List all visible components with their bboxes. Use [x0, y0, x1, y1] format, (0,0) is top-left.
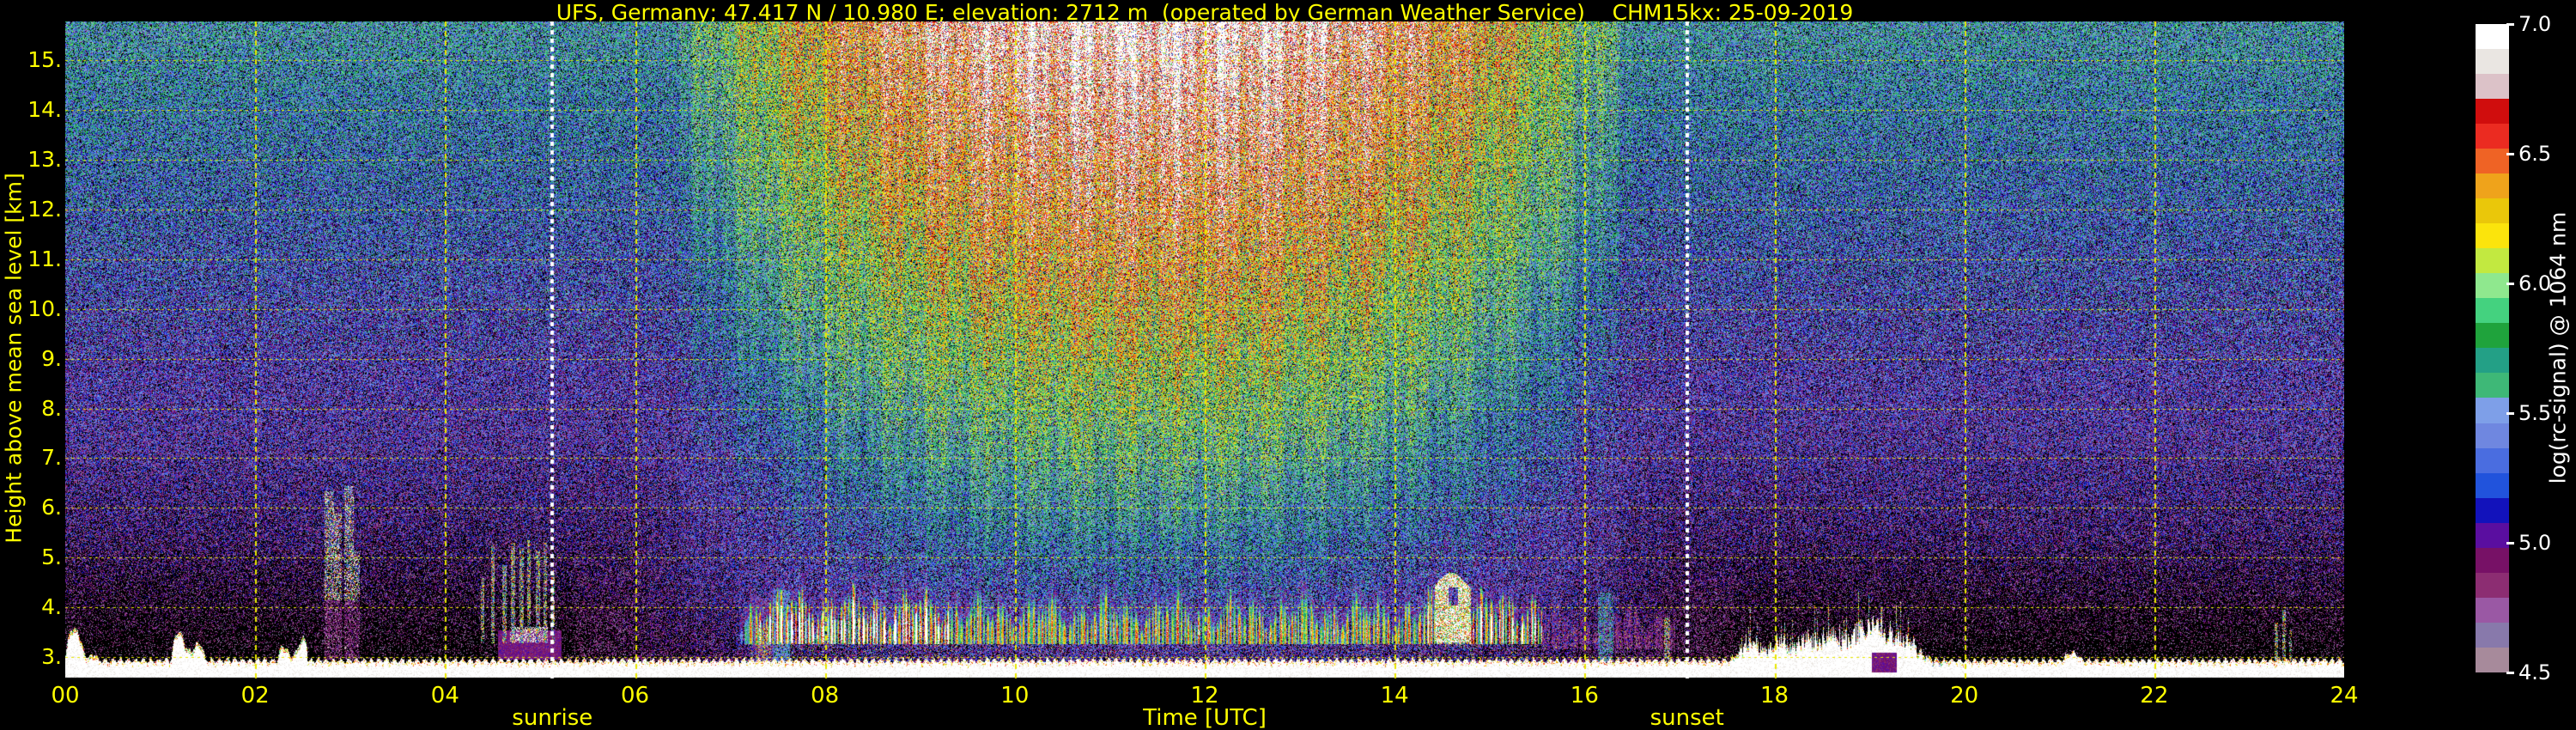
y-tick-label: 11. [27, 246, 62, 271]
x-tick-label: 04 [430, 683, 459, 709]
x-tick-label: 16 [1570, 683, 1599, 709]
y-tick-label: 6. [41, 495, 62, 520]
colorbar-segment [2476, 273, 2509, 299]
y-tick-label: 10. [27, 295, 62, 321]
colorbar-tick-mark [2506, 153, 2514, 155]
y-tick-label: 12. [27, 196, 62, 222]
colorbar-segment [2476, 99, 2509, 125]
colorbar-segment [2476, 547, 2509, 573]
colorbar-segment [2476, 74, 2509, 100]
x-tick-label: 00 [51, 683, 80, 709]
colorbar-segment [2476, 398, 2509, 423]
colorbar-segment [2476, 348, 2509, 374]
x-tick-label: 06 [620, 683, 650, 709]
colorbar-segment [2476, 597, 2509, 623]
colorbar-tick-mark [2506, 412, 2514, 415]
colorbar-segment [2476, 323, 2509, 349]
colorbar-tick-label: 4.5 [2518, 660, 2552, 684]
sunset-annotation: sunset [1649, 705, 1724, 730]
colorbar-segment [2476, 622, 2509, 648]
colorbar-tick-mark [2506, 672, 2514, 674]
y-tick-label: 14. [27, 97, 62, 123]
x-tick-label: 18 [1759, 683, 1789, 709]
colorbar-segment [2476, 248, 2509, 274]
x-tick-label: 12 [1190, 683, 1219, 709]
x-tick-label: 14 [1380, 683, 1409, 709]
colorbar-segment [2476, 149, 2509, 174]
colorbar-segment [2476, 173, 2509, 199]
x-tick-label: 08 [811, 683, 840, 709]
colorbar-segment [2476, 24, 2509, 50]
colorbar-tick-label: 5.5 [2518, 401, 2552, 425]
colorbar-segment [2476, 647, 2509, 672]
y-tick-label: 7. [41, 445, 62, 471]
colorbar-segment [2476, 223, 2509, 249]
colorbar-tick-label: 6.5 [2518, 142, 2552, 166]
colorbar-tick-label: 6.0 [2518, 271, 2552, 295]
x-tick-label: 24 [2330, 683, 2359, 709]
x-tick-label: 10 [1000, 683, 1030, 709]
y-tick-label: 8. [41, 395, 62, 421]
colorbar-segment [2476, 373, 2509, 398]
x-tick-label: 22 [2140, 683, 2169, 709]
colorbar-segment [2476, 49, 2509, 75]
y-tick-label: 9. [41, 345, 62, 371]
x-tick-label: 02 [240, 683, 270, 709]
y-tick-label: 15. [27, 47, 62, 73]
y-tick-label: 4. [41, 594, 62, 620]
colorbar-segment [2476, 198, 2509, 224]
colorbar-segment [2476, 472, 2509, 498]
colorbar-label: log(rc-signal) @ 1064 nm [2545, 211, 2571, 484]
y-tick-label: 5. [41, 544, 62, 570]
colorbar-tick-mark [2506, 283, 2514, 285]
y-tick-label: 13. [27, 147, 62, 172]
colorbar-segment [2476, 572, 2509, 598]
colorbar-segment [2476, 298, 2509, 324]
colorbar-tick-label: 7.0 [2518, 12, 2552, 36]
colorbar-tick-mark [2506, 542, 2514, 544]
colorbar-tick-label: 5.0 [2518, 531, 2552, 555]
x-tick-label: 20 [1950, 683, 1979, 709]
colorbar [2476, 24, 2509, 672]
colorbar-tick-mark [2506, 23, 2514, 26]
y-tick-label: 3. [41, 644, 62, 669]
colorbar-segment [2476, 522, 2509, 548]
ceilometer-quicklook-figure: UFS, Germany; 47.417 N / 10.980 E; eleva… [0, 0, 2576, 730]
x-axis-label: Time [UTC] [1143, 705, 1267, 730]
colorbar-segment [2476, 447, 2509, 473]
page-title: UFS, Germany; 47.417 N / 10.980 E; eleva… [556, 0, 1854, 25]
plot-canvas [65, 21, 2344, 680]
colorbar-segment [2476, 124, 2509, 149]
colorbar-segment [2476, 497, 2509, 523]
sunrise-annotation: sunrise [512, 705, 593, 730]
colorbar-segment [2476, 423, 2509, 448]
